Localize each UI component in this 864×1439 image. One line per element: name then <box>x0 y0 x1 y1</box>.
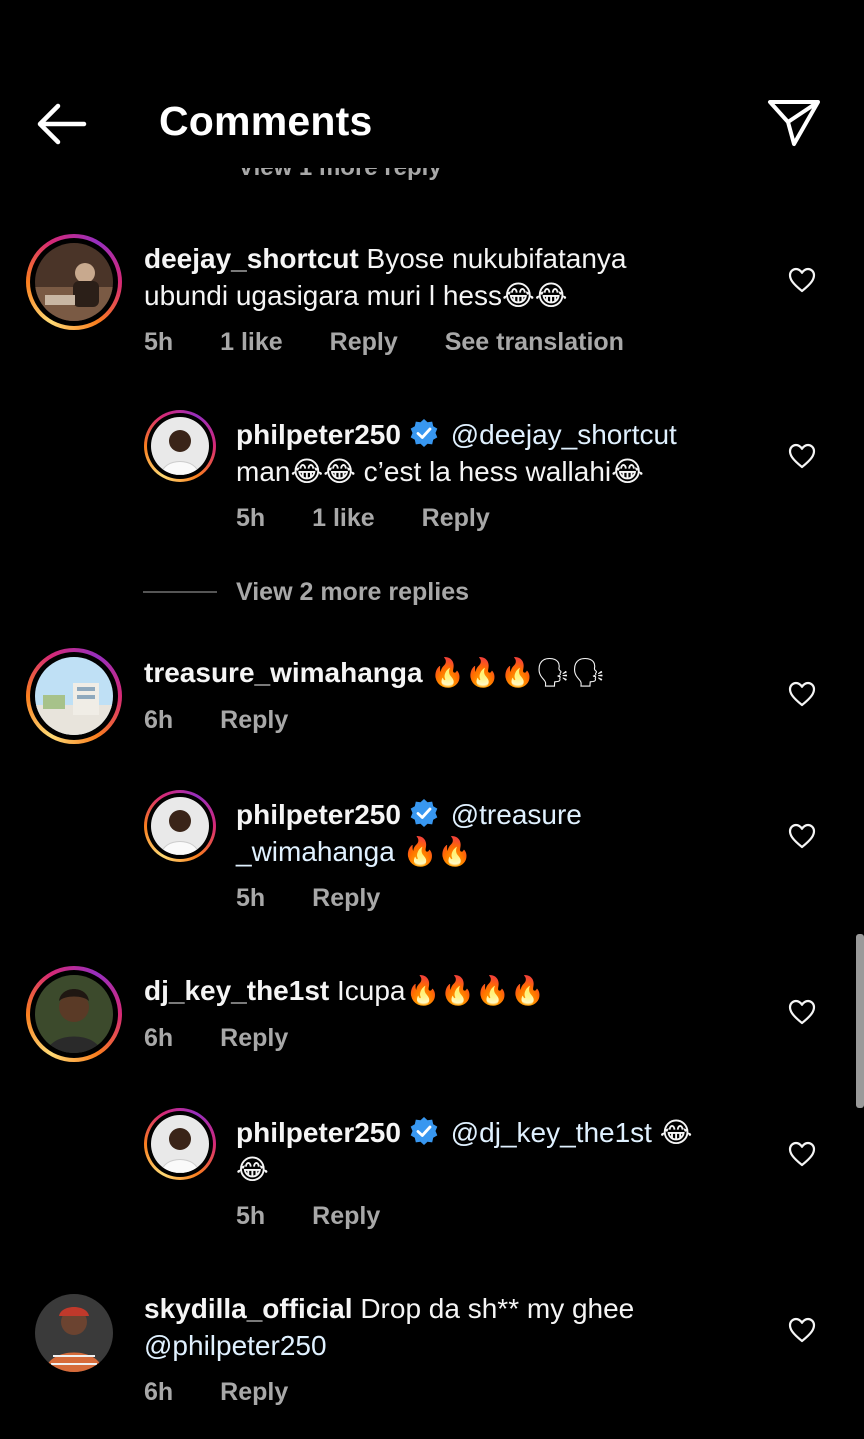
comment-meta: 5h 1 like Reply See translation <box>144 328 664 357</box>
comment-time: 6h <box>144 1378 174 1406</box>
avatar[interactable] <box>26 966 122 1062</box>
comment-meta: 6h Reply <box>144 1024 328 1053</box>
comment-meta: 5h Reply <box>236 884 420 913</box>
see-translation-button[interactable]: See translation <box>445 328 624 356</box>
likes-count[interactable]: 1 like <box>312 504 375 532</box>
comment-username[interactable]: dj_key_the1st <box>144 975 329 1006</box>
avatar[interactable] <box>144 1108 216 1180</box>
heart-icon[interactable] <box>788 823 816 849</box>
comment-username[interactable]: deejay_shortcut <box>144 243 359 274</box>
comment-username[interactable]: philpeter250 <box>236 1117 401 1148</box>
verified-badge-icon <box>410 799 438 827</box>
comment-body: 😂 <box>651 1117 693 1148</box>
comment-time: 5h <box>236 884 266 912</box>
avatar[interactable] <box>144 790 216 862</box>
likes-count[interactable]: 1 like <box>220 328 283 356</box>
reply-button[interactable]: Reply <box>220 1378 288 1406</box>
comment-body: man😂😂 c’est la hess wallahi😂 <box>236 456 644 487</box>
heart-icon[interactable] <box>788 443 816 469</box>
comment-username[interactable]: philpeter250 <box>236 419 401 450</box>
header-bar: Comments <box>0 0 864 168</box>
heart-icon[interactable] <box>788 1141 816 1167</box>
reply-text: philpeter250 @deejay_shortcut man😂😂 c’es… <box>236 416 776 490</box>
mention-link[interactable]: @dj_key_the1st <box>443 1117 652 1148</box>
comment-time: 6h <box>144 1024 174 1052</box>
comment-time: 5h <box>236 1202 266 1230</box>
view-more-replies-button[interactable]: View 2 more replies <box>143 578 503 610</box>
comment-username[interactable]: philpeter250 <box>236 799 401 830</box>
page-title: Comments <box>159 98 373 144</box>
comment-body: Icupa🔥🔥🔥🔥 <box>329 975 545 1006</box>
view-more-replies-label: View 2 more replies <box>236 578 469 606</box>
view-more-replies-partial-label: View 1 more reply <box>238 168 468 182</box>
comment-body: 🔥🔥🔥🗣🗣 <box>422 657 607 688</box>
reply-button[interactable]: Reply <box>330 328 398 356</box>
comment-meta: 5h 1 like Reply <box>236 504 530 533</box>
avatar[interactable] <box>26 648 122 744</box>
comment-body: 🔥🔥 <box>394 836 473 867</box>
reply-text: philpeter250 @treasure _wimahanga 🔥🔥 <box>236 796 776 870</box>
paper-plane-icon <box>768 100 820 146</box>
reply-button[interactable]: Reply <box>220 1024 288 1052</box>
heart-icon[interactable] <box>788 999 816 1025</box>
comment-body-line2: ubundi ugasigara muri l hess😂😂 <box>144 280 568 311</box>
comment-body-line2: 😂 <box>236 1154 269 1185</box>
comment-meta: 6h Reply <box>144 1378 328 1407</box>
comment-time: 5h <box>144 328 174 356</box>
comment-username[interactable]: treasure_wimahanga <box>144 657 423 688</box>
verified-badge-icon <box>410 419 438 447</box>
reply-text: philpeter250 @dj_key_the1st 😂 😂 <box>236 1114 776 1188</box>
verified-badge-icon <box>410 1117 438 1145</box>
comment-text: skydilla_official Drop da sh** my ghee @… <box>144 1290 764 1364</box>
comment-time: 5h <box>236 504 266 532</box>
heart-icon[interactable] <box>788 1317 816 1343</box>
mention-link[interactable]: @philpeter250 <box>144 1330 327 1361</box>
back-button[interactable] <box>32 100 90 148</box>
reply-button[interactable]: Reply <box>220 706 288 734</box>
divider <box>143 591 217 593</box>
view-more-replies-partial[interactable]: View 1 more reply <box>238 168 468 192</box>
mention-link-line2[interactable]: _wimahanga <box>236 836 395 867</box>
heart-icon[interactable] <box>788 267 816 293</box>
comment-text: treasure_wimahanga 🔥🔥🔥🗣🗣 <box>144 654 764 691</box>
mention-link[interactable]: @treasure <box>443 799 582 830</box>
comment-meta: 5h Reply <box>236 1202 420 1231</box>
reply-button[interactable]: Reply <box>312 884 380 912</box>
comment-time: 6h <box>144 706 174 734</box>
comment-text: deejay_shortcut Byose nukubifatanya ubun… <box>144 240 764 314</box>
comment-text: dj_key_the1st Icupa🔥🔥🔥🔥 <box>144 972 764 1009</box>
arrow-left-icon <box>37 103 87 145</box>
avatar[interactable] <box>26 234 122 330</box>
reply-button[interactable]: Reply <box>422 504 490 532</box>
share-button[interactable] <box>766 98 822 148</box>
reply-button[interactable]: Reply <box>312 1202 380 1230</box>
comment-username[interactable]: skydilla_official <box>144 1293 353 1324</box>
comment-body: Byose nukubifatanya <box>358 243 627 274</box>
comment-body: Drop da sh** my ghee <box>352 1293 635 1324</box>
comment-meta: 6h Reply <box>144 706 328 735</box>
scrollbar[interactable] <box>856 934 864 1108</box>
heart-icon[interactable] <box>788 681 816 707</box>
avatar[interactable] <box>144 410 216 482</box>
mention-link[interactable]: @deejay_shortcut <box>443 419 677 450</box>
avatar[interactable] <box>35 1294 113 1372</box>
